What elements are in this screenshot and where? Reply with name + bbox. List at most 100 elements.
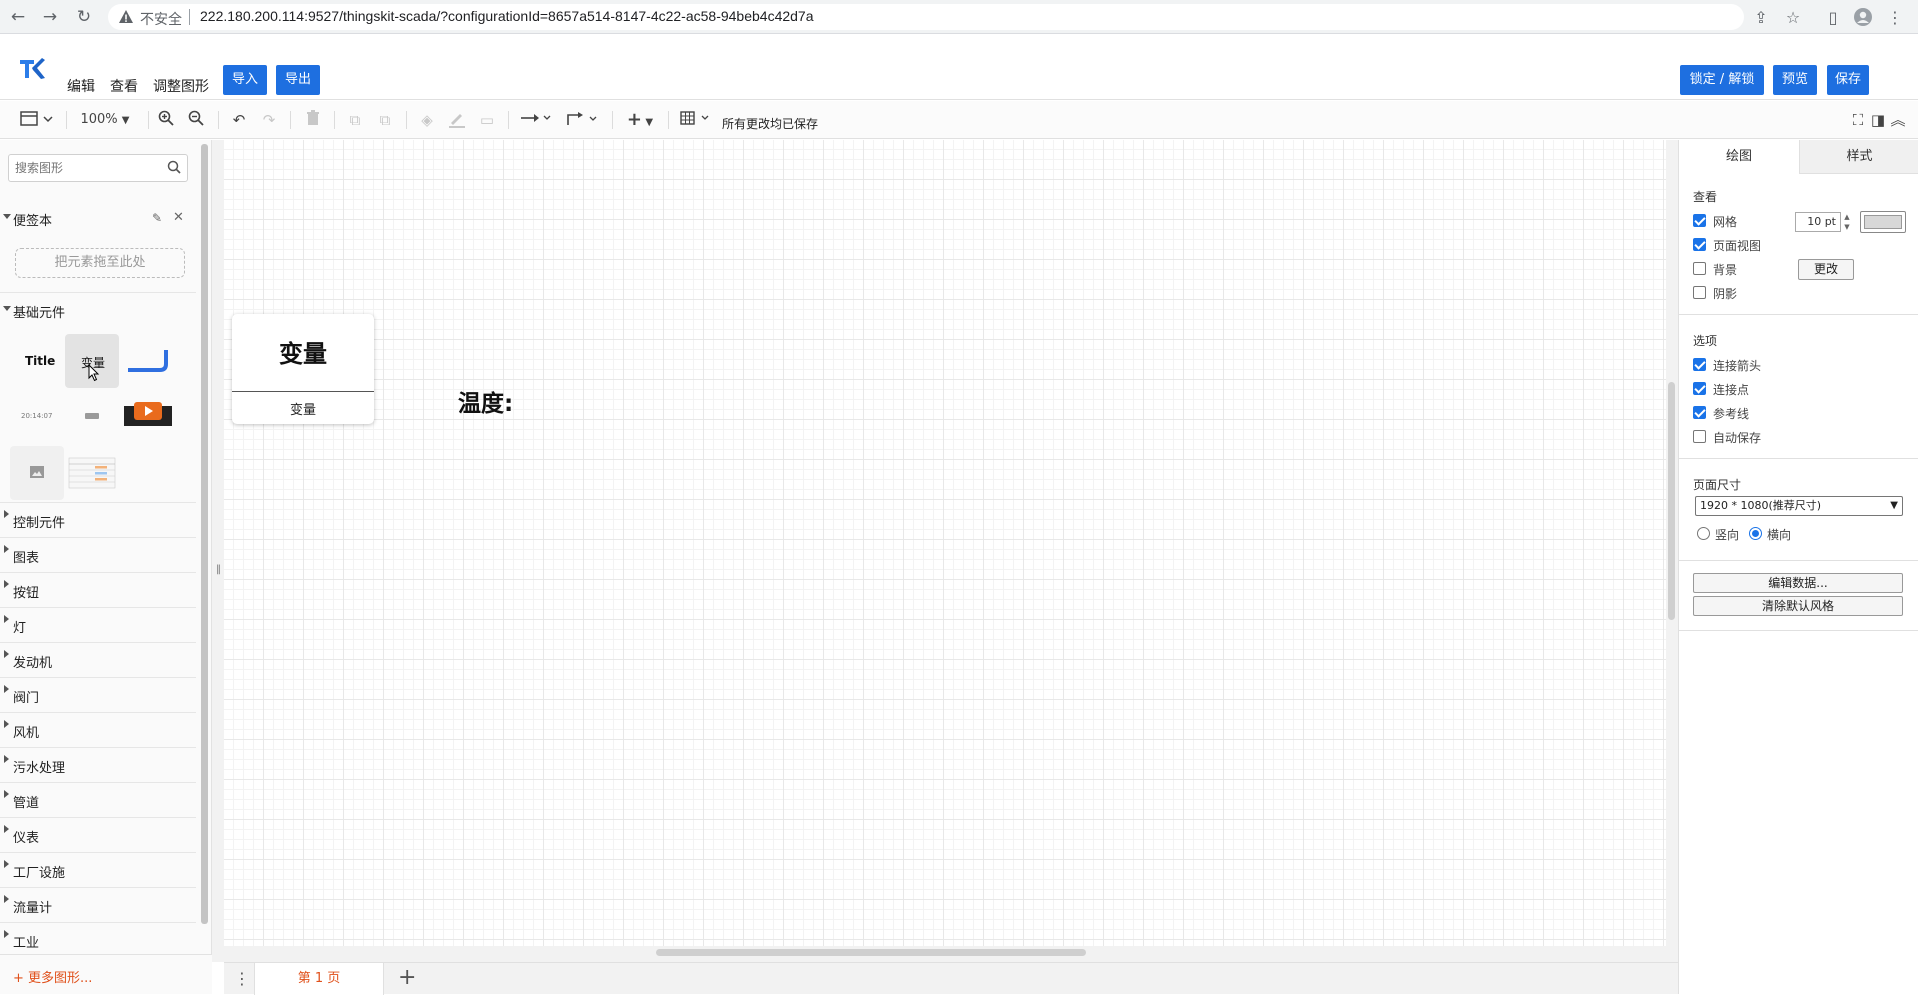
menu-edit[interactable]: 编辑 — [67, 76, 95, 96]
zoom-value: 100% — [80, 112, 118, 127]
back-icon[interactable]: ← — [6, 5, 30, 29]
address-bar[interactable]: 不安全 222.180.200.114:9527/thingskit-scada… — [108, 4, 1744, 30]
search-icon[interactable] — [167, 160, 181, 174]
kebab-menu-icon[interactable]: ⋮ — [1884, 7, 1906, 29]
zoom-select[interactable]: 100% ▼ — [78, 110, 132, 130]
video-shape[interactable] — [120, 390, 174, 444]
category-industry[interactable]: 工业 — [0, 922, 196, 957]
delete-icon — [302, 110, 324, 130]
table-shape[interactable] — [65, 446, 119, 500]
variable-shape[interactable]: 变量 — [65, 334, 119, 388]
redo-icon: ↷ — [262, 111, 276, 129]
category-valves[interactable]: 阀门 — [0, 677, 196, 712]
view-section-title: 查看 — [1693, 190, 1718, 204]
search-input[interactable] — [9, 155, 159, 181]
sidebar-resize-handle[interactable]: ‖ — [216, 564, 221, 575]
close-icon[interactable]: ✕ — [173, 210, 184, 225]
scratchpad-title: 便签本 — [13, 214, 53, 229]
scratchpad-header[interactable]: 便签本 ✎ ✕ — [0, 208, 196, 230]
category-factory[interactable]: 工厂设施 — [0, 852, 196, 887]
category-meters[interactable]: 仪表 — [0, 817, 196, 852]
format-panel: 绘图 样式 查看 网格 10 pt ▲ ▼ 页面视图 背景 更改 阴影 选项 连接… — [1678, 140, 1918, 994]
forward-icon[interactable]: → — [38, 5, 62, 29]
fullscreen-icon[interactable]: ⛶ — [1848, 110, 1868, 130]
change-background-button[interactable]: 更改 — [1798, 259, 1854, 280]
options-section-title: 选项 — [1693, 334, 1718, 348]
temperature-label[interactable]: 温度: — [458, 384, 513, 418]
menu-view[interactable]: 查看 — [110, 76, 138, 96]
save-button[interactable]: 保存 — [1827, 65, 1869, 95]
lock-unlock-button[interactable]: 锁定 / 解锁 — [1680, 65, 1764, 95]
pages-menu-icon[interactable]: ⋮ — [234, 969, 250, 988]
category-control[interactable]: 控制元件 — [0, 502, 196, 537]
tab-diagram[interactable]: 绘图 — [1679, 140, 1799, 174]
mouse-cursor-icon — [88, 364, 100, 382]
expand-icon — [3, 306, 11, 311]
undo-icon[interactable]: ↶ — [228, 110, 250, 130]
shape-sidebar: 便签本 ✎ ✕ 把元素拖至此处 基础元件 Title 变量 20:14:07 — [0, 140, 212, 994]
shadow-icon: ▭ — [479, 111, 495, 129]
category-fans[interactable]: 风机 — [0, 712, 196, 747]
reload-icon[interactable]: ↻ — [72, 5, 96, 29]
page-tabs-bar: ⋮ 第 1 页 + — [224, 962, 1678, 995]
category-flowmeters[interactable]: 流量计 — [0, 887, 196, 922]
more-shapes-button[interactable]: + 更多图形... — [0, 954, 212, 994]
sidepanel-icon[interactable]: ▯ — [1822, 7, 1844, 29]
edit-pencil-icon[interactable]: ✎ — [152, 211, 162, 225]
drawing-canvas[interactable] — [224, 140, 1666, 946]
to-back-icon: ⧉ — [379, 111, 391, 129]
basic-shapes-header[interactable]: 基础元件 — [0, 300, 196, 322]
horizontal-scrollbar[interactable] — [656, 949, 1086, 956]
app-header: 编辑 查看 调整图形 导入 导出 锁定 / 解锁 预览 保存 — [0, 34, 1918, 100]
url-text[interactable]: 222.180.200.114:9527/thingskit-scada/?co… — [200, 8, 814, 24]
grid-size-spinner[interactable]: ▲ ▼ — [1842, 212, 1852, 232]
page-tab-1[interactable]: 第 1 页 — [254, 963, 384, 995]
bookmark-star-icon[interactable]: ☆ — [1782, 7, 1804, 29]
chevron-down-icon: ▼ — [1890, 500, 1898, 511]
expand-icon — [3, 214, 11, 219]
category-engines[interactable]: 发动机 — [0, 642, 196, 677]
sidebar-scrollbar[interactable] — [201, 144, 208, 924]
clear-default-style-button[interactable]: 清除默认风格 — [1693, 596, 1903, 616]
insert-icon[interactable]: + ▼ — [622, 110, 658, 130]
profile-icon[interactable] — [1852, 7, 1874, 29]
panel-layout-icon[interactable] — [18, 110, 54, 130]
vertical-scrollbar[interactable] — [1668, 382, 1675, 620]
variable-card-subtitle: 变量 — [289, 403, 316, 418]
input-shape[interactable] — [65, 390, 119, 444]
category-lights[interactable]: 灯 — [0, 607, 196, 642]
export-button[interactable]: 导出 — [276, 65, 320, 95]
add-page-icon[interactable]: + — [398, 965, 416, 990]
category-pipes[interactable]: 管道 — [0, 782, 196, 817]
clock-shape[interactable]: 20:14:07 — [10, 390, 64, 444]
share-icon[interactable]: ⇪ — [1750, 7, 1772, 29]
category-sewage[interactable]: 污水处理 — [0, 747, 196, 782]
tab-style[interactable]: 样式 — [1799, 140, 1918, 174]
menu-arrange[interactable]: 调整图形 — [153, 76, 209, 96]
page-size-select[interactable]: 1920 * 1080(推荐尺寸) ▼ — [1695, 496, 1903, 516]
category-charts[interactable]: 图表 — [0, 537, 196, 572]
variable-card[interactable]: 变量 变量 — [232, 314, 374, 424]
grid-color-swatch[interactable] — [1860, 211, 1906, 233]
line-color-icon — [446, 110, 468, 130]
category-buttons[interactable]: 按钮 — [0, 572, 196, 607]
page-size-section-title: 页面尺寸 — [1693, 478, 1742, 492]
preview-button[interactable]: 预览 — [1773, 65, 1817, 95]
format-panel-icon[interactable]: ◨ — [1868, 110, 1888, 130]
zoom-in-icon[interactable] — [156, 110, 176, 130]
table-icon[interactable] — [678, 110, 714, 130]
zoom-out-icon[interactable] — [186, 110, 206, 130]
import-button[interactable]: 导入 — [223, 65, 267, 95]
image-shape[interactable] — [10, 446, 64, 500]
thingskit-logo-icon — [20, 58, 45, 79]
basic-shapes-title: 基础元件 — [13, 306, 66, 321]
connection-style-icon[interactable] — [518, 110, 554, 130]
edit-data-button[interactable]: 编辑数据... — [1693, 573, 1903, 593]
title-shape[interactable]: Title — [10, 334, 64, 388]
grid-size-input[interactable]: 10 pt — [1795, 212, 1841, 232]
pipe-elbow-shape[interactable] — [120, 334, 174, 388]
collapse-icon[interactable]: ︽ — [1888, 110, 1908, 130]
scratchpad-drop-zone[interactable]: 把元素拖至此处 — [15, 248, 185, 278]
shape-search[interactable] — [8, 154, 188, 182]
waypoint-style-icon[interactable] — [564, 110, 600, 130]
